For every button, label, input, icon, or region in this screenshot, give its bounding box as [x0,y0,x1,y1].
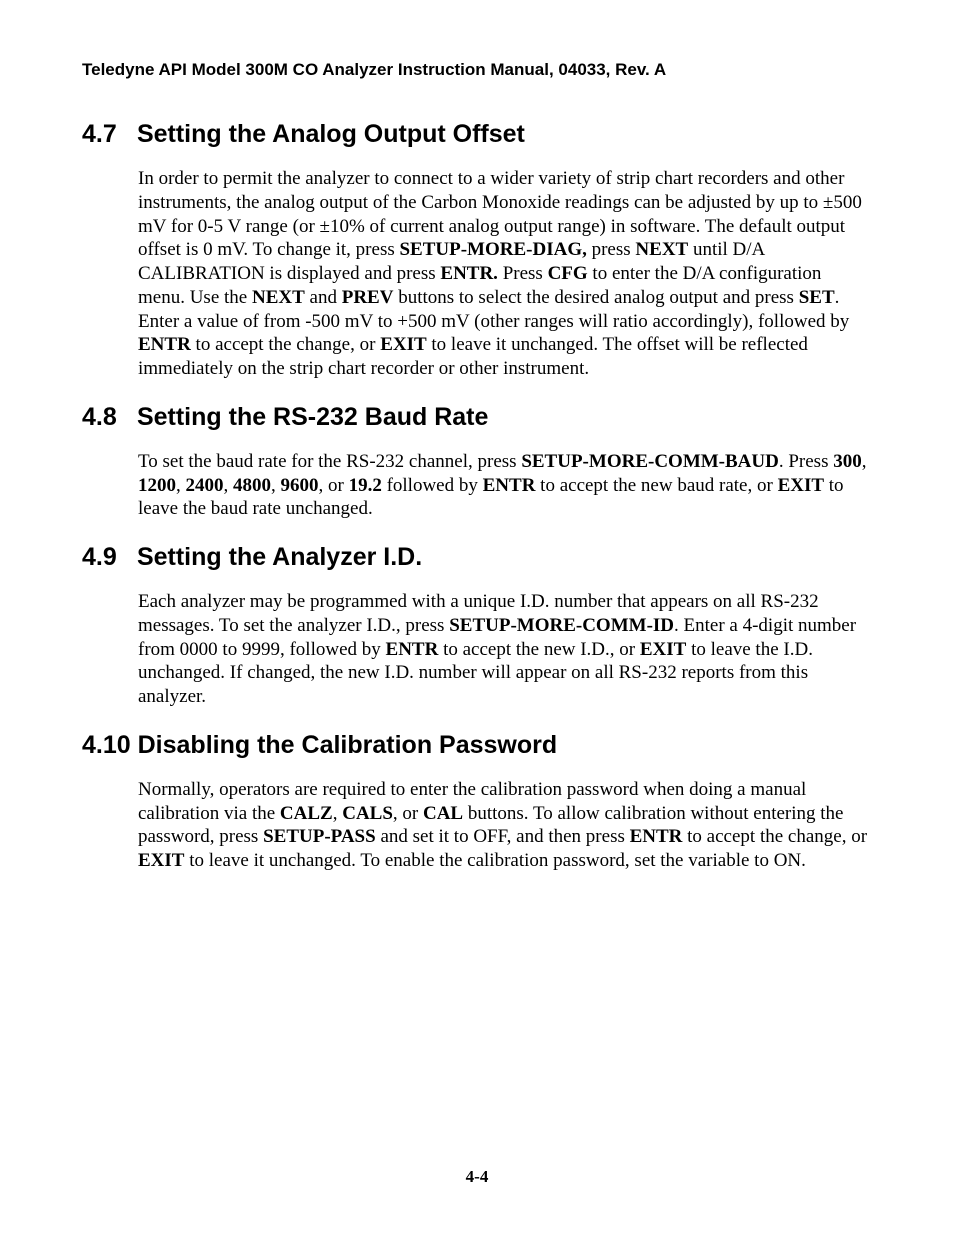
bold: 300 [833,451,862,472]
text: and set it to OFF, and then press [376,826,630,847]
heading-4-10: 4.10 Disabling the Calibration Password [82,731,872,760]
bold: PREV [342,287,394,308]
paragraph-4-8: To set the baud rate for the RS-232 chan… [138,450,872,521]
heading-number: 4.7 [82,120,130,149]
heading-4-9: 4.9 Setting the Analyzer I.D. [82,543,872,572]
text: followed by [382,475,483,496]
bold: ENTR. [440,263,498,284]
heading-4-8: 4.8 Setting the RS-232 Baud Rate [82,403,872,432]
text: to accept the new baud rate, or [535,475,777,496]
text: , or [319,475,349,496]
bold: 4800 [233,475,271,496]
text: buttons to select the desired analog out… [393,287,798,308]
heading-number: 4.10 [82,731,131,760]
bold: EXIT [778,475,824,496]
bold: ENTR [138,334,191,355]
heading-title: Setting the RS-232 Baud Rate [137,403,488,431]
bold: ENTR [386,639,439,660]
bold: SETUP-MORE-DIAG, [399,239,586,260]
bold: SETUP-MORE-COMM-BAUD [521,451,779,472]
bold: CALS [342,803,393,824]
text: , [862,451,867,472]
text: , [176,475,186,496]
bold: EXIT [380,334,426,355]
text: to accept the change, or [682,826,867,847]
heading-4-7: 4.7 Setting the Analog Output Offset [82,120,872,149]
bold: EXIT [138,850,184,871]
bold: 1200 [138,475,176,496]
text: and [305,287,342,308]
bold: EXIT [640,639,686,660]
manual-page: Teledyne API Model 300M CO Analyzer Inst… [0,0,954,1235]
text: . Press [779,451,833,472]
bold: CFG [548,263,588,284]
bold: CALZ [280,803,333,824]
bold: ENTR [630,826,683,847]
text: , or [393,803,423,824]
text: , [333,803,343,824]
bold: 19.2 [349,475,382,496]
text: to accept the change, or [191,334,380,355]
heading-title: Setting the Analog Output Offset [137,120,525,148]
bold: NEXT [252,287,305,308]
heading-number: 4.9 [82,543,130,572]
bold: 9600 [281,475,319,496]
heading-title: Setting the Analyzer I.D. [137,543,422,571]
text: To set the baud rate for the RS-232 chan… [138,451,521,472]
bold: CAL [423,803,463,824]
bold: SET [799,287,835,308]
bold: SETUP-PASS [263,826,376,847]
heading-title: Disabling the Calibration Password [138,731,558,759]
bold: ENTR [483,475,536,496]
bold: SETUP-MORE-COMM-ID [449,615,674,636]
text: Press [498,263,548,284]
heading-number: 4.8 [82,403,130,432]
bold: 2400 [186,475,224,496]
page-number: 4-4 [0,1167,954,1187]
text: , [271,475,281,496]
paragraph-4-9: Each analyzer may be programmed with a u… [138,590,872,709]
paragraph-4-7: In order to permit the analyzer to conne… [138,167,872,381]
bold: NEXT [635,239,688,260]
text: to accept the new I.D., or [438,639,640,660]
text: to leave it unchanged. To enable the cal… [184,850,805,871]
running-header: Teledyne API Model 300M CO Analyzer Inst… [82,60,872,80]
text: , [224,475,234,496]
text: press [587,239,636,260]
paragraph-4-10: Normally, operators are required to ente… [138,778,872,873]
